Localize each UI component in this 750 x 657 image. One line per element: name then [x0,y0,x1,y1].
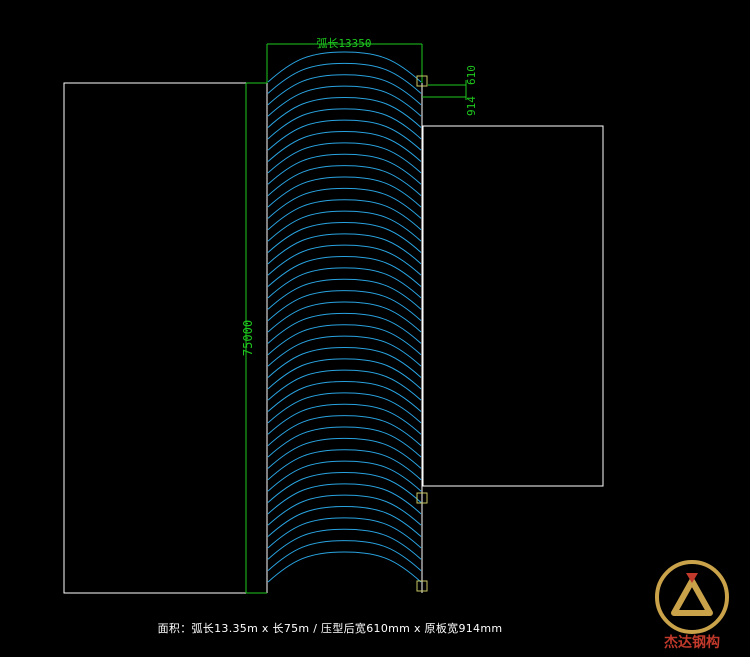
panel-arc [267,392,422,424]
panel-arc [267,369,422,401]
panel-arc [267,517,422,549]
panel-arc [267,153,422,185]
panel-arc [267,437,422,469]
panel-arc [267,506,422,537]
logo-diamond [686,573,698,583]
panel-arc [267,85,422,117]
panel-arc [267,96,422,128]
panel-arc [267,324,422,356]
logo-mark [671,578,713,616]
panel-arc [267,346,422,378]
panel-arc [267,528,422,560]
left-building-outline [63,82,247,594]
panel-arc [267,494,422,526]
panel-arc [267,108,422,140]
panel-arc [267,119,422,151]
cad-canvas: 弧长13350 75000 610 914 面积：弧长13.35m x 长75m… [0,0,750,657]
panel-arc [267,187,422,219]
panel-arc [267,335,422,367]
panel-arc [267,460,422,492]
formed-width-label: 610 [465,65,478,85]
panel-arc [267,267,422,299]
panel-arc [267,131,422,162]
panel-arc [267,471,422,503]
panel-arc [267,415,422,447]
panel-arc [267,403,422,435]
panel-arc [267,290,422,322]
area-caption: 面积：弧长13.35m x 长75m / 压型后宽610mm x 原板宽914m… [157,622,503,635]
panel-arc [267,142,422,174]
length-label: 75000 [241,320,255,356]
panel-arc [267,449,422,481]
panel-arc [267,278,422,310]
panel-arc [267,233,422,265]
panel-arc [267,358,422,390]
cad-drawing: 弧长13350 75000 610 914 [63,36,604,594]
panel-arc [267,221,422,253]
panel-arc [267,176,422,208]
panel-arc [267,210,422,242]
panel-arc [267,244,422,276]
panel-arc [267,165,422,197]
panel-arc [267,381,422,412]
company-logo-icon: 杰达钢构 [655,560,729,651]
arc-length-label: 弧长13350 [316,36,371,50]
panel-arc [267,62,422,94]
panel-arc [267,301,422,333]
sheet-width-label: 914 [465,96,478,116]
panel-arc [267,199,422,231]
right-building-outline [422,125,604,487]
roof-panel-arcs [267,51,422,583]
panel-arc [267,483,422,515]
panel-arc [267,256,422,287]
panel-arc [267,312,422,344]
panel-arc [267,426,422,458]
panel-arc [267,51,422,83]
panel-arc [267,540,422,572]
panel-arc [267,551,422,583]
panel-arc [267,74,422,106]
logo-text: 杰达钢构 [664,634,720,651]
logo-ring [655,560,729,634]
